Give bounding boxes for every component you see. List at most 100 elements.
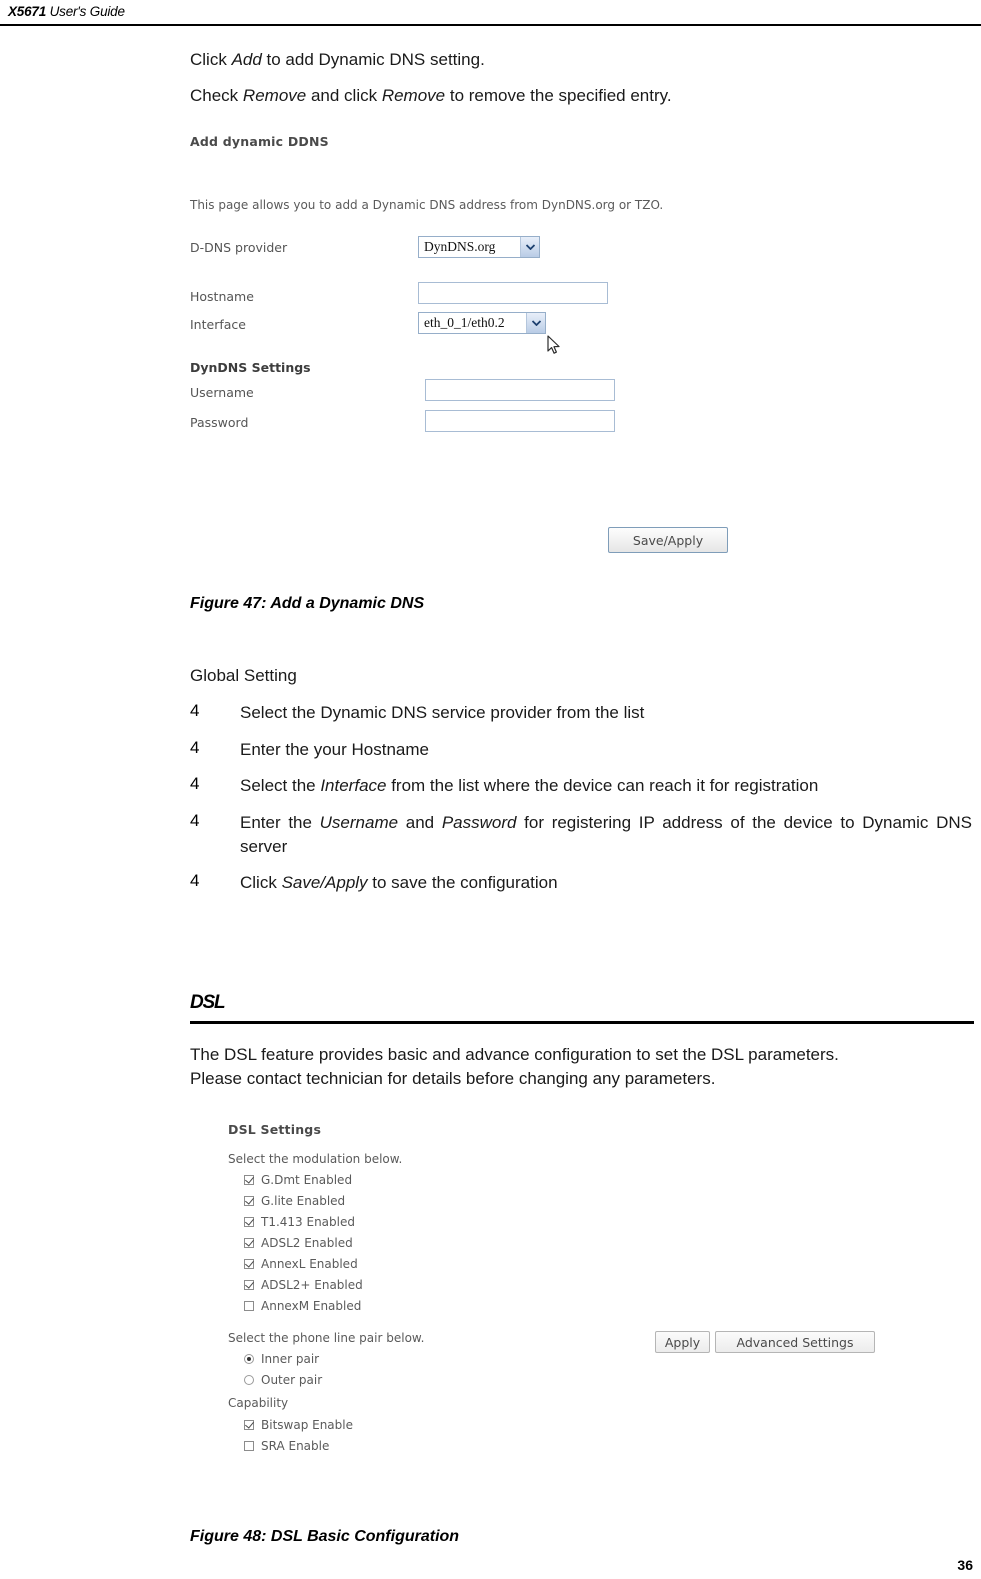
dsl-linepair-prompt: Select the phone line pair below.	[228, 1331, 425, 1345]
intro-line-2-pre: Check	[190, 86, 243, 105]
item-5-emphasis: Save/Apply	[281, 873, 368, 892]
ddns-panel-title: Add dynamic DDNS	[190, 134, 329, 149]
dsl-paragraph-line-1: The DSL feature provides basic and advan…	[190, 1045, 839, 1064]
checkbox-adsl2plus-label: ADSL2+ Enabled	[261, 1278, 363, 1292]
item-4-emphasis-1: Username	[319, 813, 399, 832]
checkbox-bitswap-label: Bitswap Enable	[261, 1418, 353, 1432]
figure-48-caption: Figure 48: DSL Basic Configuration	[190, 1528, 460, 1545]
item-4-emphasis-2: Password	[441, 813, 517, 832]
item-5-post: to save the configuration	[367, 873, 558, 892]
checkbox-bitswap-icon[interactable]	[244, 1420, 254, 1430]
intro-line-2: Check Remove and click Remove to remove …	[190, 85, 672, 107]
checkbox-gdmt-icon[interactable]	[244, 1175, 254, 1185]
intro-line-1-pre: Click	[190, 50, 232, 69]
radio-inner-pair-icon[interactable]	[244, 1354, 254, 1364]
checkbox-annexl-label: AnnexL Enabled	[261, 1257, 358, 1271]
checkbox-adsl2-icon[interactable]	[244, 1238, 254, 1248]
checkbox-annexm-label: AnnexM Enabled	[261, 1299, 362, 1313]
radio-inner-pair-label: Inner pair	[261, 1352, 320, 1366]
ddns-password-label: Password	[190, 415, 249, 430]
running-header: X5671 User's Guide	[8, 4, 125, 19]
ddns-interface-label: Interface	[190, 317, 246, 332]
dsl-screenshot-panel: DSL Settings Select the modulation below…	[228, 1120, 908, 1490]
header-title: User's Guide	[46, 4, 125, 19]
checkbox-row-glite[interactable]: G.lite Enabled	[244, 1194, 345, 1208]
checkbox-annexm-icon[interactable]	[244, 1301, 254, 1311]
bullet-marker-3: 4	[190, 774, 200, 793]
checkbox-row-t1413[interactable]: T1.413 Enabled	[244, 1215, 355, 1229]
ddns-save-apply-button[interactable]: Save/Apply	[608, 527, 728, 553]
intro-line-2-emphasis-2: Remove	[381, 86, 446, 105]
radio-row-outer-pair[interactable]: Outer pair	[244, 1373, 322, 1387]
checkbox-row-annexm[interactable]: AnnexM Enabled	[244, 1299, 361, 1313]
intro-line-1: Click Add to add Dynamic DNS setting.	[190, 49, 485, 71]
ddns-hostname-label: Hostname	[190, 289, 254, 304]
global-setting-item-3: Select the Interface from the list where…	[240, 774, 818, 798]
dsl-advanced-settings-button[interactable]: Advanced Settings	[715, 1331, 875, 1353]
checkbox-row-adsl2[interactable]: ADSL2 Enabled	[244, 1236, 353, 1250]
item-5-pre: Click	[240, 873, 282, 892]
figure-47-caption: Figure 47: Add a Dynamic DNS	[190, 595, 425, 612]
ddns-panel-description: This page allows you to add a Dynamic DN…	[190, 198, 664, 212]
global-setting-item-2: Enter the your Hostname	[240, 738, 429, 762]
intro-line-2-mid: and click	[306, 86, 382, 105]
checkbox-row-sra[interactable]: SRA Enable	[244, 1439, 329, 1453]
dsl-apply-button[interactable]: Apply	[655, 1331, 710, 1353]
item-3-post: from the list where the device can reach…	[386, 776, 819, 795]
header-divider	[0, 24, 981, 26]
intro-line-1-post: to add Dynamic DNS setting.	[261, 50, 485, 69]
global-setting-heading: Global Setting	[190, 666, 297, 685]
chevron-down-icon	[526, 313, 545, 333]
checkbox-row-bitswap[interactable]: Bitswap Enable	[244, 1418, 353, 1432]
checkbox-sra-icon[interactable]	[244, 1441, 254, 1451]
item-3-emphasis: Interface	[320, 776, 387, 795]
checkbox-row-adsl2plus[interactable]: ADSL2+ Enabled	[244, 1278, 363, 1292]
item-4-pre: Enter the	[240, 813, 320, 832]
bullet-marker-4: 4	[190, 811, 200, 830]
intro-line-2-emphasis-1: Remove	[242, 86, 307, 105]
item-3-pre: Select the	[240, 776, 321, 795]
dyndns-settings-heading: DynDNS Settings	[190, 360, 311, 375]
global-setting-item-5: Click Save/Apply to save the configurati…	[240, 871, 558, 895]
chevron-down-icon	[520, 237, 539, 257]
checkbox-row-annexl[interactable]: AnnexL Enabled	[244, 1257, 358, 1271]
mouse-cursor-icon	[547, 335, 561, 355]
dsl-modulation-prompt: Select the modulation below.	[228, 1152, 403, 1166]
ddns-provider-select-value: DynDNS.org	[424, 239, 496, 254]
checkbox-t1413-label: T1.413 Enabled	[261, 1215, 355, 1229]
checkbox-adsl2plus-icon[interactable]	[244, 1280, 254, 1290]
radio-row-inner-pair[interactable]: Inner pair	[244, 1352, 319, 1366]
ddns-screenshot-panel: Add dynamic DDNS This page allows you to…	[190, 130, 830, 570]
ddns-interface-select[interactable]: eth_0_1/eth0.2	[418, 312, 546, 334]
dsl-capability-prompt: Capability	[228, 1396, 289, 1410]
intro-line-2-post: to remove the specified entry.	[445, 86, 672, 105]
ddns-provider-select[interactable]: DynDNS.org	[418, 236, 540, 258]
item-4-mid: and	[398, 813, 442, 832]
intro-line-1-emphasis: Add	[231, 50, 262, 69]
global-setting-item-1: Select the Dynamic DNS service provider …	[240, 701, 644, 725]
checkbox-glite-icon[interactable]	[244, 1196, 254, 1206]
dsl-panel-title: DSL Settings	[228, 1122, 322, 1137]
header-model: X5671	[8, 4, 47, 19]
ddns-username-input[interactable]	[425, 379, 615, 401]
ddns-password-input[interactable]	[425, 410, 615, 432]
checkbox-annexl-icon[interactable]	[244, 1259, 254, 1269]
ddns-hostname-input[interactable]	[418, 282, 608, 304]
page-number: 36	[957, 1557, 973, 1573]
dsl-paragraph-line-2: Please contact technician for details be…	[190, 1069, 716, 1088]
checkbox-row-gdmt[interactable]: G.Dmt Enabled	[244, 1173, 352, 1187]
checkbox-adsl2-label: ADSL2 Enabled	[261, 1236, 353, 1250]
radio-outer-pair-icon[interactable]	[244, 1375, 254, 1385]
global-setting-item-4: Enter the Username and Password for regi…	[240, 811, 972, 859]
checkbox-sra-label: SRA Enable	[261, 1439, 330, 1453]
bullet-marker-2: 4	[190, 738, 200, 757]
checkbox-t1413-icon[interactable]	[244, 1217, 254, 1227]
radio-outer-pair-label: Outer pair	[261, 1373, 323, 1387]
item-2-text: Enter the your Hostname	[240, 740, 429, 759]
item-1-text: Select the Dynamic DNS service provider …	[240, 703, 645, 722]
bullet-marker-5: 4	[190, 871, 200, 890]
dsl-section-heading: DSL	[190, 992, 226, 1013]
ddns-username-label: Username	[190, 385, 254, 400]
dsl-section-divider	[190, 1021, 974, 1024]
checkbox-gdmt-label: G.Dmt Enabled	[261, 1173, 353, 1187]
